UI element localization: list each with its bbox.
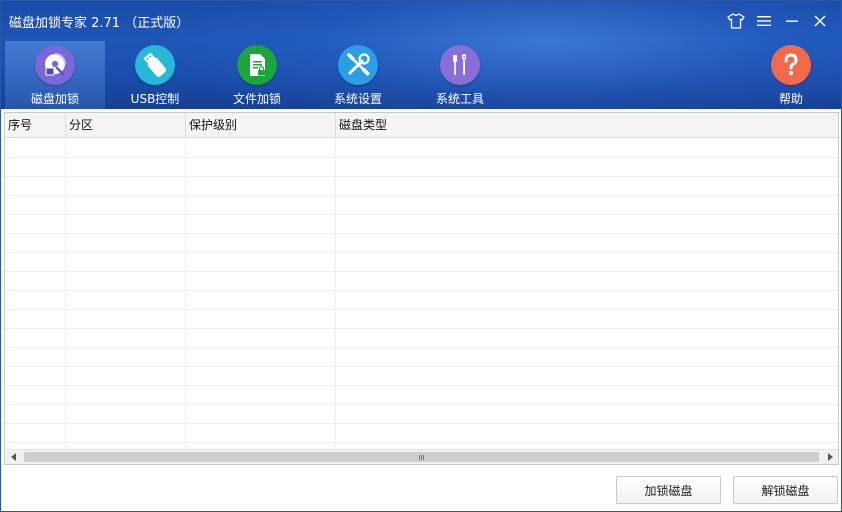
header-banner: 磁盘加锁专家 2.71 （正式版） 磁盘加锁 USB控制 文件加锁 系统设置 系… [1,1,841,109]
table-header: 序号 分区 保护级别 磁盘类型 [5,113,838,138]
file-lock-icon [237,45,277,85]
toolbar-label: 系统工具 [435,92,484,106]
row-divider [5,233,838,234]
close-icon[interactable] [809,10,831,32]
question-mark-icon [771,45,811,85]
scrollbar-thumb[interactable] [24,452,819,462]
row-divider [5,252,838,253]
column-header-index[interactable]: 序号 [5,113,66,138]
row-divider [5,442,838,443]
toolbar-usb-control[interactable]: USB控制 [105,41,205,109]
row-divider [5,271,838,272]
toolbar-disk-lock[interactable]: 磁盘加锁 [5,41,105,109]
screwdriver-wrench-icon [440,45,480,85]
column-header-partition[interactable]: 分区 [66,113,186,138]
disk-lock-icon [35,45,75,85]
lock-disk-button[interactable]: 加锁磁盘 [616,476,721,504]
app-window: 磁盘加锁专家 2.71 （正式版） 磁盘加锁 USB控制 文件加锁 系统设置 系… [0,0,842,512]
row-divider [5,214,838,215]
toolbar-label: 文件加锁 [232,92,281,106]
table-body[interactable] [5,138,838,451]
minimize-icon[interactable] [781,10,803,32]
row-divider [5,328,838,329]
scroll-right-arrow-icon[interactable] [821,450,838,464]
column-header-disk-type[interactable]: 磁盘类型 [336,113,838,138]
scroll-left-arrow-icon[interactable] [5,450,22,464]
toolbar-label: 帮助 [778,92,803,106]
row-divider [5,176,838,177]
toolbar-system-tools[interactable]: 系统工具 [410,41,510,109]
toolbar-label: 磁盘加锁 [30,92,79,106]
toolbar-label: USB控制 [130,92,180,106]
unlock-disk-button[interactable]: 解锁磁盘 [733,476,838,504]
row-divider [5,385,838,386]
row-divider [5,157,838,158]
row-divider [5,404,838,405]
toolbar-file-lock[interactable]: 文件加锁 [207,41,307,109]
tools-cross-icon [338,45,378,85]
toolbar-system-settings[interactable]: 系统设置 [308,41,408,109]
toolbar-label: 系统设置 [333,92,382,106]
horizontal-scrollbar[interactable] [5,449,838,464]
column-header-protection-level[interactable]: 保护级别 [186,113,336,138]
row-divider [5,309,838,310]
row-divider [5,195,838,196]
window-controls [725,10,831,32]
row-divider [5,366,838,367]
toolbar-help[interactable]: 帮助 [741,41,841,109]
skin-shirt-icon[interactable] [725,10,747,32]
row-divider [5,290,838,291]
window-title: 磁盘加锁专家 2.71 （正式版） [9,16,190,31]
menu-icon[interactable] [753,10,775,32]
main-toolbar: 磁盘加锁 USB控制 文件加锁 系统设置 系统工具 帮助 [1,41,841,109]
row-divider [5,423,838,424]
grip-icon [419,454,424,460]
action-bar: 加锁磁盘 解锁磁盘 [1,467,841,511]
disk-table: 序号 分区 保护级别 磁盘类型 [4,112,839,465]
row-divider [5,347,838,348]
usb-drive-icon [135,45,175,85]
